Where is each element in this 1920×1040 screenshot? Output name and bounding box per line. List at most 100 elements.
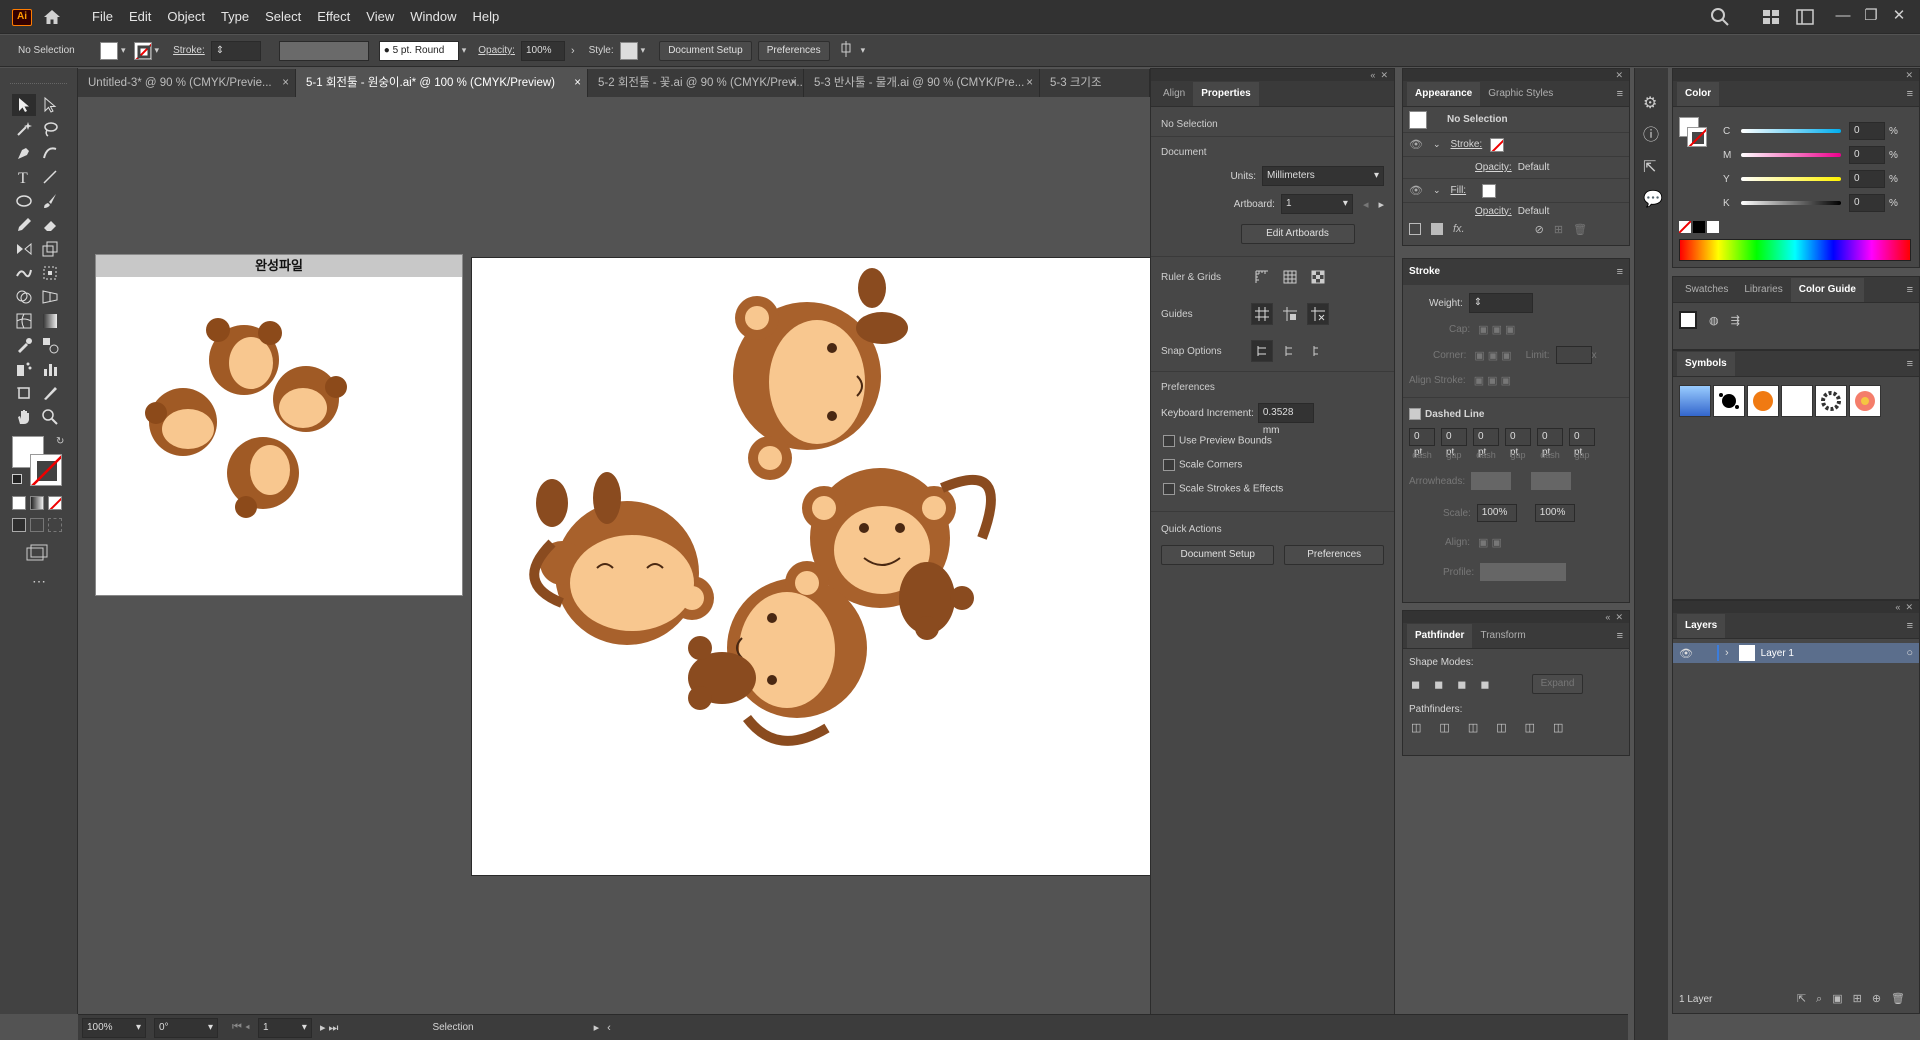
ellipse-tool-icon[interactable]: [12, 190, 36, 212]
draw-inside-icon[interactable]: [48, 518, 62, 532]
layer-row[interactable]: 👁 › Layer 1 ○: [1673, 643, 1919, 663]
channel-m-slider[interactable]: [1741, 153, 1841, 157]
main-artboard[interactable]: [471, 257, 1151, 876]
stroke-swatch[interactable]: [133, 41, 152, 60]
add-fill-icon[interactable]: [1431, 223, 1443, 235]
smart-guides-icon[interactable]: [1307, 303, 1329, 325]
chevron-down-icon[interactable]: ▾: [641, 45, 646, 56]
layer-actions-icons[interactable]: ⇱⌕▣⊞⊕🗑: [1797, 992, 1915, 1006]
white-swatch[interactable]: [1707, 221, 1719, 233]
panel-menu-icon[interactable]: ≡: [1907, 352, 1913, 376]
color-stroke-box[interactable]: [1687, 127, 1707, 147]
scale-strokes-effects-checkbox[interactable]: Scale Strokes & Effects: [1151, 477, 1394, 501]
eye-icon[interactable]: 👁: [1409, 184, 1423, 197]
tab-5-3-seal[interactable]: 5-3 반사툴 - 물개.ai @ 90 % (CMYK/Pre... ×: [804, 69, 1040, 97]
last-artboard-icon[interactable]: ▸ ⏭: [320, 1021, 338, 1035]
add-stroke-icon[interactable]: [1409, 223, 1421, 235]
symbol-sprayer-tool-icon[interactable]: [12, 358, 36, 380]
channel-y-slider[interactable]: [1741, 177, 1841, 181]
free-transform-tool-icon[interactable]: [38, 262, 62, 284]
symbol-flower[interactable]: [1849, 385, 1881, 417]
preferences-button[interactable]: Preferences: [757, 40, 830, 61]
fill-attr-label[interactable]: Fill:: [1451, 185, 1467, 196]
opacity-field[interactable]: 100%: [520, 40, 565, 61]
checkbox[interactable]: [1163, 483, 1175, 495]
maximize-icon[interactable]: ❐: [1858, 4, 1884, 30]
snap-to-glyph-icon[interactable]: [1307, 340, 1329, 362]
target-icon[interactable]: ○: [1906, 647, 1913, 659]
scale-tool-icon[interactable]: [38, 238, 62, 260]
fx-icon[interactable]: fx.: [1453, 223, 1465, 235]
edit-colors-icon[interactable]: ⇶: [1731, 314, 1740, 327]
warp-tool-icon[interactable]: [12, 262, 36, 284]
export-panel-icon[interactable]: ⇱: [1643, 152, 1660, 184]
home-icon[interactable]: [42, 7, 62, 27]
symbol-ink-splat[interactable]: [1713, 385, 1745, 417]
artboard-nav-dropdown[interactable]: 1 ▾: [257, 1017, 312, 1038]
shape-builder-tool-icon[interactable]: [12, 286, 36, 308]
chevron-down-icon[interactable]: ⌄: [1433, 139, 1441, 150]
stroke-label[interactable]: Stroke:: [173, 45, 205, 56]
close-icon[interactable]: ✕: [1615, 612, 1623, 623]
cap-buttons[interactable]: ▣ ▣ ▣: [1478, 323, 1515, 336]
close-tab-icon[interactable]: ×: [1026, 69, 1033, 97]
profile-dropdown[interactable]: [1480, 563, 1567, 581]
fill-attr-swatch[interactable]: [1482, 183, 1497, 198]
channel-k-field[interactable]: 0: [1849, 194, 1885, 212]
menu-select[interactable]: Select: [257, 0, 309, 34]
symbol-orange-button[interactable]: [1747, 385, 1779, 417]
dash-3-field[interactable]: 0 pt: [1537, 428, 1563, 458]
document-setup-button[interactable]: Document Setup: [659, 40, 752, 61]
align-stroke-buttons[interactable]: ▣ ▣ ▣: [1474, 374, 1511, 387]
reference-artboard[interactable]: 완성파일: [95, 254, 463, 596]
channel-c-field[interactable]: 0: [1849, 122, 1885, 140]
corner-buttons[interactable]: ▣ ▣ ▣: [1474, 349, 1511, 362]
mesh-tool-icon[interactable]: [12, 310, 36, 332]
panel-menu-icon[interactable]: ≡: [1617, 266, 1623, 278]
scale-end-field[interactable]: 100%: [1534, 504, 1575, 522]
variable-width-profile[interactable]: [278, 40, 369, 61]
base-color-swatch[interactable]: [1679, 311, 1697, 329]
symbol-wreath[interactable]: [1815, 385, 1847, 417]
chevron-down-icon[interactable]: ⌄: [1433, 185, 1441, 196]
dash-2-field[interactable]: 0 pt: [1473, 428, 1499, 458]
menu-object[interactable]: Object: [159, 0, 213, 34]
lasso-tool-icon[interactable]: [38, 118, 62, 140]
column-graph-tool-icon[interactable]: [38, 358, 62, 380]
symbol-page-curl[interactable]: [1781, 385, 1813, 417]
tab-align[interactable]: Align: [1155, 82, 1193, 106]
paintbrush-tool-icon[interactable]: [38, 190, 62, 212]
end-arrowhead-dropdown[interactable]: [1531, 472, 1572, 490]
chevron-right-icon[interactable]: ›: [571, 45, 575, 57]
stroke-color-box[interactable]: [30, 454, 62, 486]
pencil-tool-icon[interactable]: [12, 214, 36, 236]
color-spectrum[interactable]: [1679, 239, 1911, 261]
opacity-attr-label[interactable]: Opacity:: [1475, 162, 1512, 173]
draw-normal-icon[interactable]: [12, 518, 26, 532]
eye-icon[interactable]: 👁: [1409, 138, 1423, 151]
tab-color[interactable]: Color: [1677, 82, 1720, 106]
stroke-attr-swatch[interactable]: [1490, 137, 1505, 152]
workspace-icon[interactable]: [1796, 9, 1814, 28]
symbol-blue-banner[interactable]: [1679, 385, 1711, 417]
close-icon[interactable]: ✕: [1380, 70, 1388, 81]
duplicate-item-icon[interactable]: ⊞: [1554, 223, 1563, 236]
gradient-tool-icon[interactable]: [38, 310, 62, 332]
trash-icon[interactable]: 🗑: [1573, 223, 1587, 236]
close-tab-icon[interactable]: ×: [282, 69, 289, 97]
chevron-down-icon[interactable]: ▾: [155, 45, 160, 56]
status-arrow-icon[interactable]: ▸: [594, 1021, 600, 1034]
gap-1-field[interactable]: 0 pt: [1441, 428, 1467, 458]
rulers-icon[interactable]: [1251, 266, 1273, 288]
harmony-rules-icon[interactable]: ◍: [1709, 314, 1719, 327]
eyedropper-tool-icon[interactable]: [12, 334, 36, 356]
selection-tool-icon[interactable]: [12, 94, 36, 116]
default-fill-stroke-icon[interactable]: [12, 474, 22, 484]
canvas-area[interactable]: 완성파일: [78, 97, 1151, 1014]
menu-edit[interactable]: Edit: [121, 0, 159, 34]
panel-menu-icon[interactable]: ≡: [1907, 614, 1913, 638]
eye-icon[interactable]: 👁: [1679, 647, 1693, 660]
menu-help[interactable]: Help: [464, 0, 507, 34]
transparency-grid-icon[interactable]: [1307, 266, 1329, 288]
checkbox[interactable]: [1163, 435, 1175, 447]
